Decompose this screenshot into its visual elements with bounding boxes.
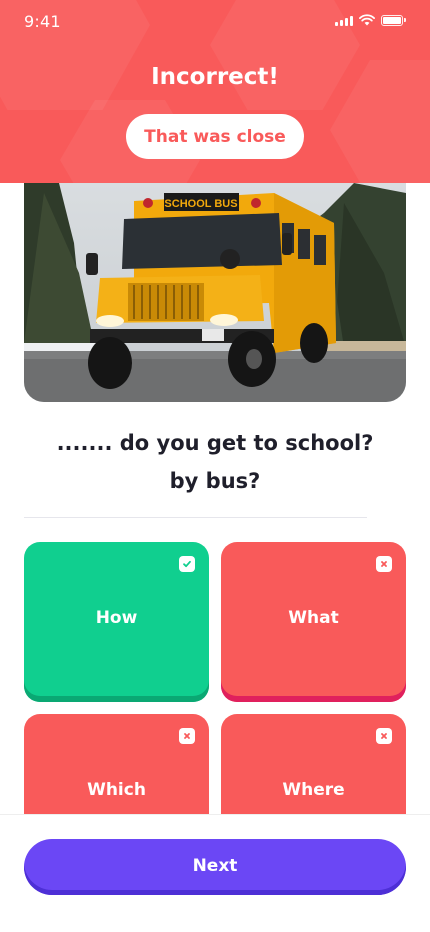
option-how[interactable]: How — [24, 542, 209, 702]
option-label: Which — [87, 780, 146, 800]
cellular-signal-icon — [335, 15, 353, 26]
close-icon — [179, 728, 195, 744]
question-line-1: ....... do you get to school? — [56, 431, 374, 455]
wifi-icon — [359, 14, 375, 26]
divider — [24, 517, 367, 518]
result-title: Incorrect! — [151, 64, 279, 90]
status-icons — [335, 14, 406, 26]
close-icon — [376, 728, 392, 744]
question-line-2: by bus? — [169, 469, 261, 493]
option-label: Where — [282, 780, 345, 800]
feedback-pill: That was close — [126, 114, 304, 159]
check-icon — [179, 556, 195, 572]
next-button[interactable]: Next — [24, 839, 406, 895]
option-label: What — [288, 608, 339, 628]
school-bus-photo: SCHOOL BUS — [24, 183, 406, 402]
close-icon — [376, 556, 392, 572]
status-time: 9:41 — [24, 12, 61, 31]
footer-bar: Next — [0, 814, 430, 932]
battery-icon — [381, 14, 406, 26]
status-bar: 9:41 — [0, 0, 430, 44]
bus-sign-text: SCHOOL BUS — [164, 198, 237, 210]
question-text: ....... do you get to school? by bus? — [24, 424, 406, 500]
option-what[interactable]: What — [221, 542, 406, 702]
option-label: How — [95, 608, 138, 628]
result-header: 9:41 Incorrect! That was close — [0, 0, 430, 183]
